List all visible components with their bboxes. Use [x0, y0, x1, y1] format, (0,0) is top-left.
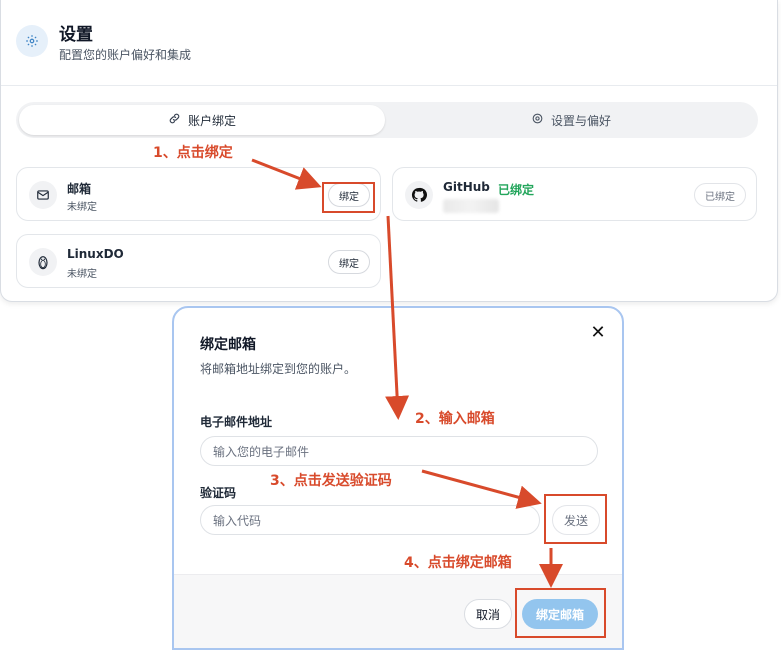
screen: 设置 配置您的账户偏好和集成 账户绑定 设置与偏好 邮箱 未绑定 绑定 GitH… [0, 0, 781, 650]
settings-header: 设置 配置您的账户偏好和集成 [1, 0, 777, 86]
step1-annotation: 1、点击绑定 [153, 145, 233, 161]
verification-code-field[interactable]: 输入代码 [200, 505, 540, 535]
github-account-card: GitHub 已绑定 已绑定 [392, 167, 757, 221]
account-status: 未绑定 [67, 202, 97, 213]
blurred-account-id [443, 199, 499, 213]
settings-panel: 设置 配置您的账户偏好和集成 账户绑定 设置与偏好 邮箱 未绑定 绑定 GitH… [0, 0, 778, 302]
penguin-icon [29, 248, 57, 276]
github-bound-button[interactable]: 已绑定 [694, 183, 746, 207]
dialog-title: 绑定邮箱 [200, 337, 256, 353]
settings-tabs: 账户绑定 设置与偏好 [16, 102, 758, 138]
tab-label: 设置与偏好 [550, 113, 611, 128]
tab-account-binding[interactable]: 账户绑定 [19, 105, 385, 135]
bound-status-badge: 已绑定 [498, 183, 535, 197]
email-field[interactable]: 输入您的电子邮件 [200, 436, 598, 466]
account-status: 未绑定 [67, 269, 97, 280]
linuxdo-account-card: LinuxDO 未绑定 绑定 [16, 234, 381, 288]
step4-annotation: 4、点击绑定邮箱 [404, 555, 512, 571]
gear-icon [531, 112, 544, 128]
mail-icon [29, 181, 57, 209]
step1-highlight-box [322, 182, 375, 213]
github-icon [405, 181, 433, 209]
link-icon [168, 112, 181, 128]
bind-linuxdo-button[interactable]: 绑定 [328, 250, 370, 274]
cancel-button[interactable]: 取消 [464, 599, 512, 629]
step3-highlight-box [544, 494, 607, 544]
close-icon[interactable]: ✕ [588, 322, 608, 343]
code-field-label: 验证码 [200, 486, 237, 500]
account-name: 邮箱 [67, 182, 92, 196]
step2-annotation: 2、输入邮箱 [415, 411, 495, 427]
gear-icon [16, 25, 48, 57]
tab-settings-preferences[interactable]: 设置与偏好 [386, 105, 756, 135]
email-field-label: 电子邮件地址 [200, 415, 273, 429]
tab-label: 账户绑定 [187, 113, 236, 128]
page-subtitle: 配置您的账户偏好和集成 [59, 48, 192, 62]
step3-annotation: 3、点击发送验证码 [270, 473, 392, 489]
page-title: 设置 [59, 25, 93, 45]
account-name: GitHub [443, 180, 490, 194]
step4-highlight-box [515, 588, 606, 638]
account-name: LinuxDO [67, 247, 124, 261]
dialog-description: 将邮箱地址绑定到您的账户。 [200, 362, 357, 376]
